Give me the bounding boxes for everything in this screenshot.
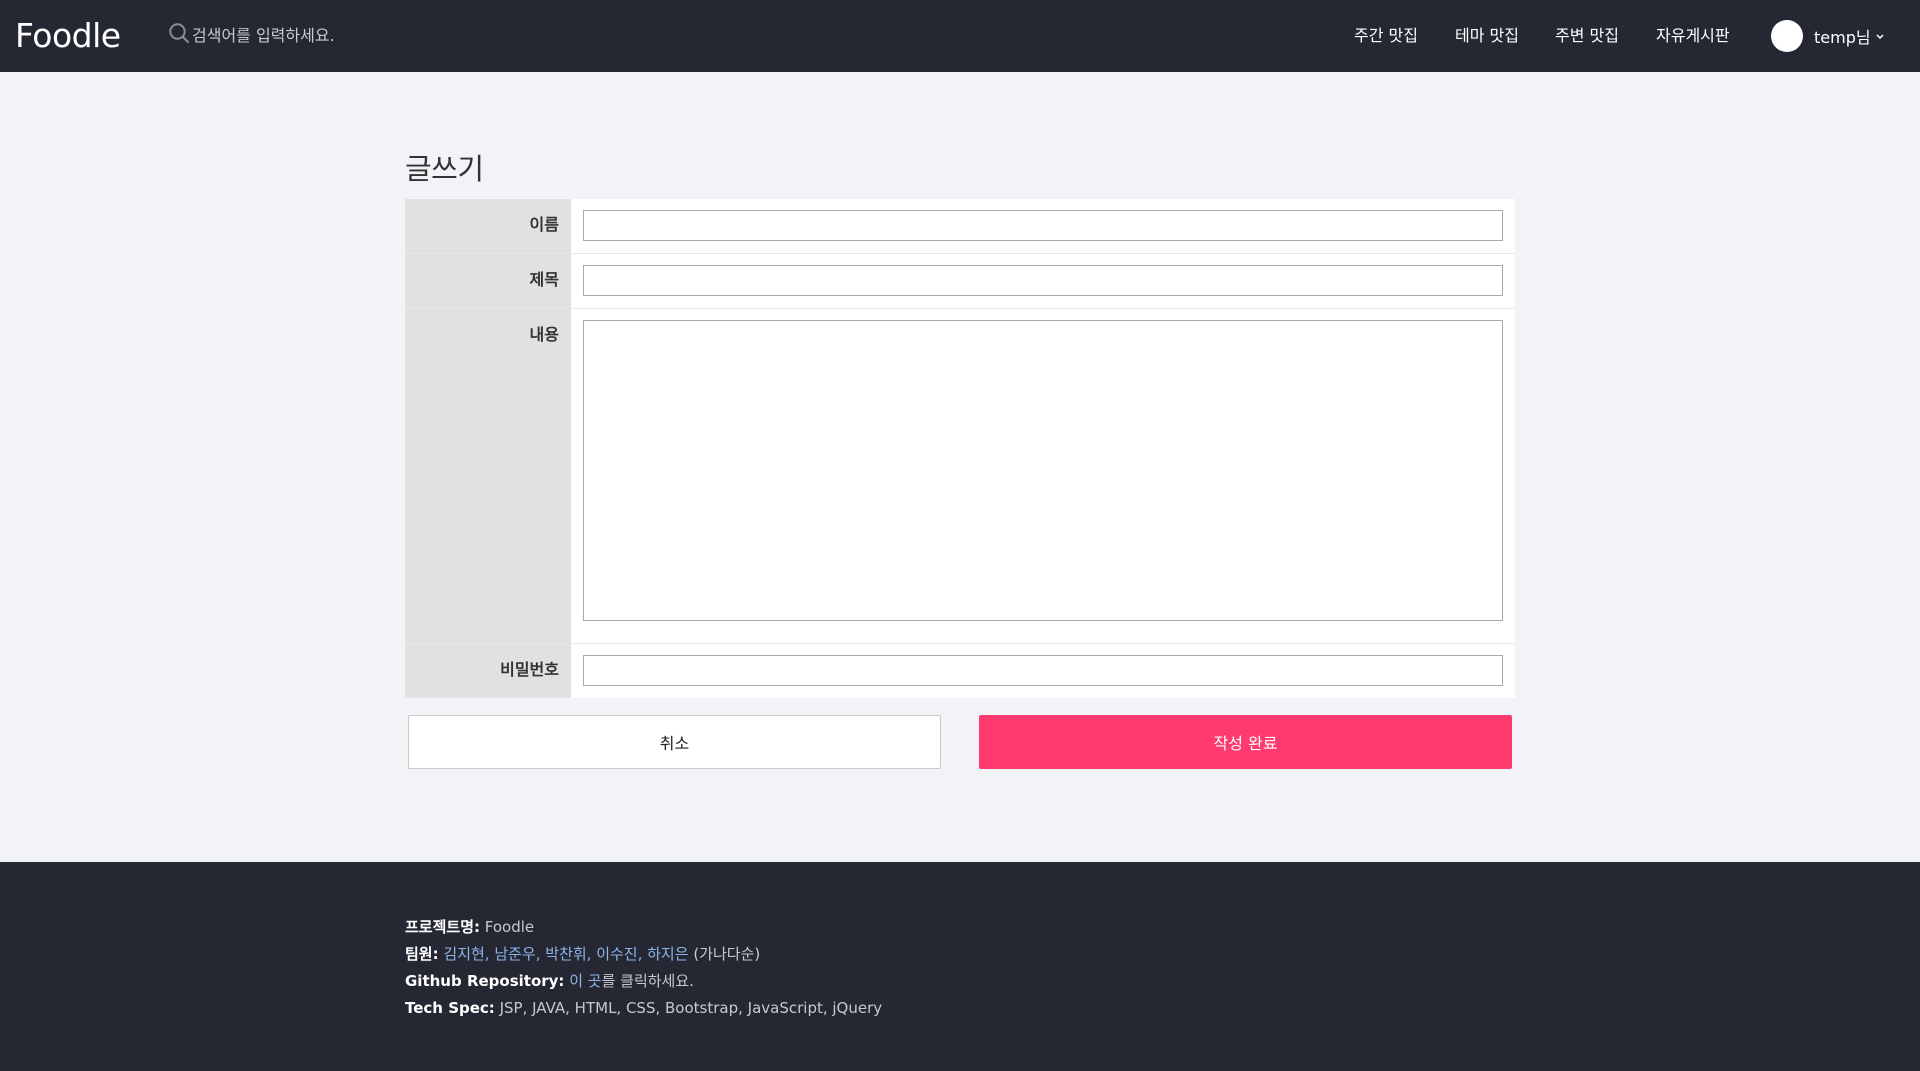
footer-info: 프로젝트명: Foodle 팀원: 김지현, 남준우, 박찬휘, 이수진, 하지… [405, 914, 882, 1022]
user-name: temp님 [1814, 28, 1871, 47]
content-textarea[interactable] [583, 320, 1503, 621]
user-menu[interactable]: temp님 [1771, 20, 1885, 52]
members-value: 김지현, 남준우, 박찬휘, 이수진, 하지은 [443, 945, 689, 963]
content-label: 내용 [405, 309, 571, 643]
form-row-subject: 제목 [405, 254, 1515, 309]
password-field[interactable] [583, 655, 1503, 686]
tech-label: Tech Spec: [405, 999, 495, 1017]
form-row-name: 이름 [405, 199, 1515, 254]
footer-project: 프로젝트명: Foodle [405, 914, 882, 941]
github-suffix: 를 클릭하세요. [601, 972, 694, 990]
search-icon[interactable] [168, 22, 190, 48]
logo[interactable]: Foodle [15, 14, 121, 58]
members-note: (가나다순) [693, 945, 761, 963]
nav-weekly[interactable]: 주간 맛집 [1354, 22, 1418, 46]
submit-button[interactable]: 작성 완료 [979, 715, 1512, 769]
github-link[interactable]: 이 곳 [569, 972, 601, 990]
cancel-button[interactable]: 취소 [408, 715, 941, 769]
form-row-content: 내용 [405, 309, 1515, 644]
subject-field[interactable] [583, 265, 1503, 296]
search-bar[interactable] [168, 22, 454, 48]
footer: 프로젝트명: Foodle 팀원: 김지현, 남준우, 박찬휘, 이수진, 하지… [0, 862, 1920, 1071]
nav-nearby[interactable]: 주변 맛집 [1555, 22, 1619, 46]
footer-tech: Tech Spec: JSP, JAVA, HTML, CSS, Bootstr… [405, 995, 882, 1022]
project-label: 프로젝트명: [405, 918, 480, 936]
name-label: 이름 [405, 199, 571, 253]
nav-theme[interactable]: 테마 맛집 [1455, 22, 1519, 46]
footer-members: 팀원: 김지현, 남준우, 박찬휘, 이수진, 하지은 (가나다순) [405, 941, 882, 968]
search-input[interactable] [190, 24, 454, 46]
tech-value: JSP, JAVA, HTML, CSS, Bootstrap, JavaScr… [499, 999, 883, 1017]
avatar [1771, 20, 1803, 52]
members-label: 팀원: [405, 945, 439, 963]
page-title: 글쓰기 [405, 152, 484, 186]
footer-github: Github Repository: 이 곳를 클릭하세요. [405, 968, 882, 995]
name-field[interactable] [583, 210, 1503, 241]
top-navbar: Foodle 주간 맛집 테마 맛집 주변 맛집 자유게시판 temp님 [0, 0, 1920, 72]
project-value: Foodle [484, 918, 535, 936]
form-row-password: 비밀번호 [405, 644, 1515, 698]
chevron-down-icon [1876, 34, 1884, 40]
password-label: 비밀번호 [405, 644, 571, 698]
write-form: 이름 제목 내용 비밀번호 [405, 199, 1515, 698]
subject-label: 제목 [405, 254, 571, 308]
github-label: Github Repository: [405, 972, 565, 990]
nav-board[interactable]: 자유게시판 [1656, 22, 1730, 46]
